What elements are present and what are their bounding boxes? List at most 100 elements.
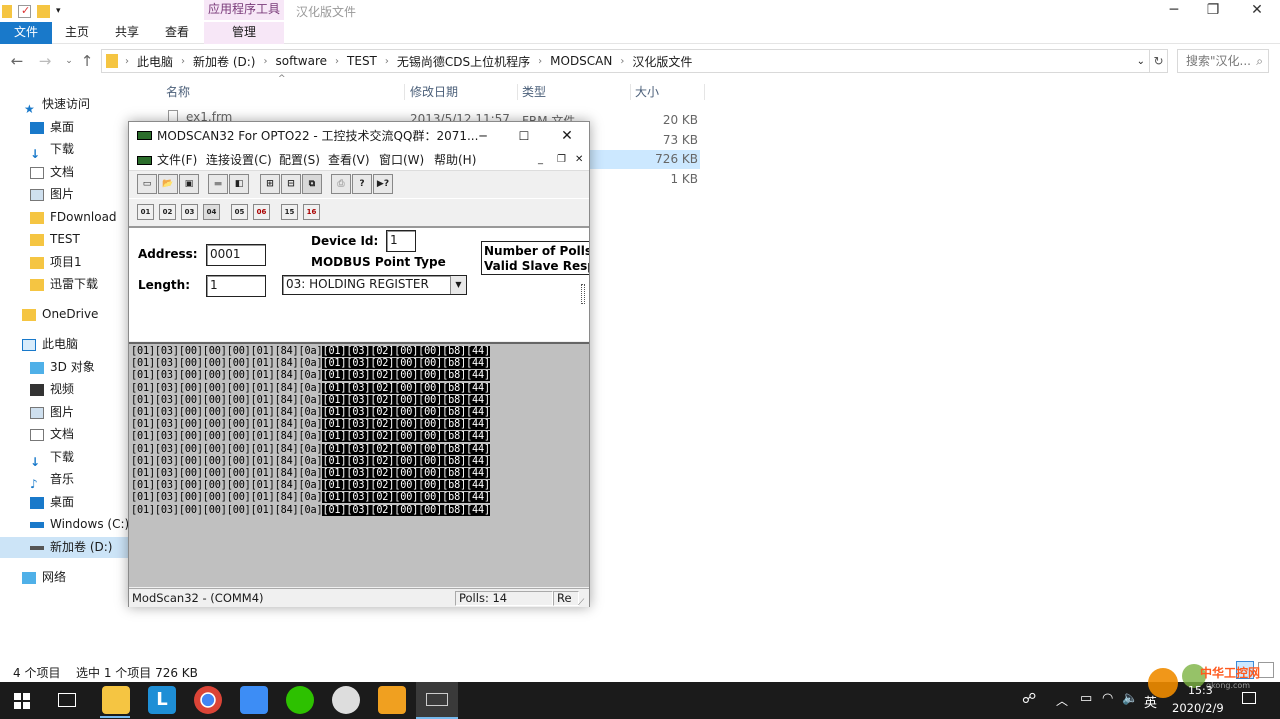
nav-item[interactable]: 桌面 (0, 117, 148, 138)
column-date[interactable]: 修改日期 (410, 82, 458, 102)
function-15-icon[interactable]: 15 (281, 204, 298, 220)
save-icon[interactable]: ▣ (179, 174, 199, 194)
nav-item[interactable]: ↓ 下载 (0, 447, 148, 469)
back-icon[interactable]: ← (8, 50, 26, 72)
function-06-icon[interactable]: 06 (253, 204, 270, 220)
resize-grip-icon[interactable]: ⟋ (578, 594, 584, 613)
column-divider[interactable] (404, 84, 405, 100)
new-icon[interactable]: ▭ (137, 174, 157, 194)
forward-icon[interactable]: → (36, 50, 54, 72)
connect-icon[interactable]: ▬ (208, 174, 228, 194)
refresh-icon[interactable]: ↻ (1150, 49, 1168, 73)
nav-network[interactable]: 网络 (0, 567, 148, 588)
nav-item[interactable]: 迅雷下载 (0, 274, 148, 295)
up-icon[interactable]: ↑ (78, 50, 96, 72)
nav-item[interactable]: 图片 (0, 184, 148, 205)
context-help-icon[interactable]: ▶? (373, 174, 393, 194)
notification-icon[interactable] (1242, 692, 1256, 704)
cascade-icon[interactable]: ⧉ (302, 174, 322, 194)
close-button[interactable]: ✕ (557, 122, 577, 150)
battery-icon[interactable]: ▭ (1080, 691, 1092, 706)
nav-item[interactable]: 文档 (0, 162, 148, 183)
customize-qat-icon[interactable]: ▾ (56, 6, 61, 16)
minimize-button[interactable]: ─ (473, 122, 493, 150)
nav-item[interactable]: 3D 对象 (0, 357, 148, 378)
chrome-icon[interactable] (194, 686, 222, 714)
chevron-right-icon[interactable]: › (332, 56, 342, 67)
length-field[interactable]: 1 (206, 275, 266, 297)
child-close-button[interactable]: ✕ (575, 150, 583, 170)
clock-date[interactable]: 2020/2/9 (1172, 701, 1224, 715)
nav-item-selected[interactable]: 新加卷 (D:) (0, 537, 148, 558)
tab-view[interactable]: 查看 (158, 22, 196, 44)
function-01-icon[interactable]: 01 (137, 204, 154, 220)
breadcrumb-item[interactable]: TEST (342, 54, 382, 68)
nav-onedrive[interactable]: OneDrive (0, 304, 148, 325)
chevron-right-icon[interactable]: › (382, 56, 392, 67)
properties-icon[interactable]: ✓ (18, 4, 31, 18)
breadcrumb-item[interactable]: software (270, 54, 332, 68)
modscan-title-bar[interactable]: MODSCAN32 For OPTO22 - 工控技术交流QQ群：2071...… (129, 122, 589, 150)
nav-item[interactable]: FDownload (0, 207, 148, 228)
column-divider[interactable] (630, 84, 631, 100)
function-04-icon[interactable]: 04 (203, 204, 220, 220)
function-16-icon[interactable]: 16 (303, 204, 320, 220)
tab-home[interactable]: 主页 (58, 22, 96, 44)
breadcrumb-item[interactable]: 无锡尚德CDS上位机程序 (392, 53, 535, 70)
app-icon[interactable] (332, 686, 360, 714)
column-divider[interactable] (704, 84, 705, 100)
modscan-taskbar-button[interactable] (416, 682, 458, 719)
large-icons-view-icon[interactable] (1258, 662, 1274, 678)
print-icon[interactable]: ⎙ (331, 174, 351, 194)
feishu-icon[interactable] (240, 686, 268, 714)
nav-item[interactable]: TEST (0, 229, 148, 250)
child-restore-button[interactable]: ❐ (557, 150, 566, 170)
menu-connection[interactable]: 连接设置(C) (206, 150, 272, 170)
nav-quick-access[interactable]: ★ 快速访问 (0, 94, 148, 116)
tab-file[interactable]: 文件 (0, 22, 52, 44)
nav-item[interactable]: 桌面 (0, 492, 148, 513)
display-setup-icon[interactable]: ⊞ (260, 174, 280, 194)
address-bar[interactable]: › 此电脑 › 新加卷 (D:) › software › TEST › 无锡尚德CDS… (101, 49, 1150, 73)
chevron-up-icon[interactable]: ︿ (1056, 692, 1068, 709)
nav-item[interactable]: Windows (C:) (0, 514, 148, 535)
device-id-field[interactable]: 1 (386, 230, 416, 252)
column-size[interactable]: 大小 (635, 82, 659, 102)
column-type[interactable]: 类型 (522, 82, 546, 102)
volume-icon[interactable]: 🔈 (1122, 691, 1138, 706)
nav-this-pc[interactable]: 此电脑 (0, 334, 148, 355)
people-icon[interactable]: ☍ (1022, 691, 1036, 707)
maximize-button[interactable]: ☐ (514, 122, 534, 150)
chevron-down-icon[interactable]: ⌄ (1137, 56, 1145, 67)
menu-file[interactable]: 文件(F) (157, 150, 197, 170)
chevron-right-icon[interactable]: › (260, 56, 270, 67)
app-icon[interactable] (378, 686, 406, 714)
function-03-icon[interactable]: 03 (181, 204, 198, 220)
tile-icon[interactable]: ⊟ (281, 174, 301, 194)
chevron-right-icon[interactable]: › (617, 56, 627, 67)
column-name[interactable]: 名称 (166, 82, 190, 102)
file-explorer-icon[interactable] (102, 686, 130, 714)
tab-share[interactable]: 共享 (108, 22, 146, 44)
column-divider[interactable] (517, 84, 518, 100)
close-button[interactable]: ✕ (1234, 0, 1280, 22)
point-type-select[interactable]: 03: HOLDING REGISTER ▼ (282, 275, 467, 295)
restore-button[interactable]: ❐ (1190, 0, 1236, 22)
reset-ctrs-button-edge[interactable] (581, 284, 585, 304)
nav-item[interactable]: ↓ 下载 (0, 139, 148, 161)
function-02-icon[interactable]: 02 (159, 204, 176, 220)
function-05-icon[interactable]: 05 (231, 204, 248, 220)
about-icon[interactable]: ? (352, 174, 372, 194)
nav-item[interactable]: 文档 (0, 424, 148, 445)
modscan-window[interactable]: MODSCAN32 For OPTO22 - 工控技术交流QQ群：2071...… (128, 121, 590, 608)
wifi-icon[interactable]: ◠ (1102, 691, 1113, 706)
chevron-right-icon[interactable]: › (535, 56, 545, 67)
breadcrumb-item[interactable]: 此电脑 (132, 53, 178, 70)
start-icon[interactable] (14, 693, 30, 709)
breadcrumb-item[interactable]: 汉化版文件 (627, 53, 697, 70)
task-view-icon[interactable] (58, 693, 76, 707)
tab-manage[interactable]: 管理 (204, 22, 284, 44)
nav-item[interactable]: ♪ 音乐 (0, 469, 148, 491)
child-minimize-button[interactable]: _ (538, 150, 543, 170)
breadcrumb-item[interactable]: MODSCAN (545, 54, 617, 68)
